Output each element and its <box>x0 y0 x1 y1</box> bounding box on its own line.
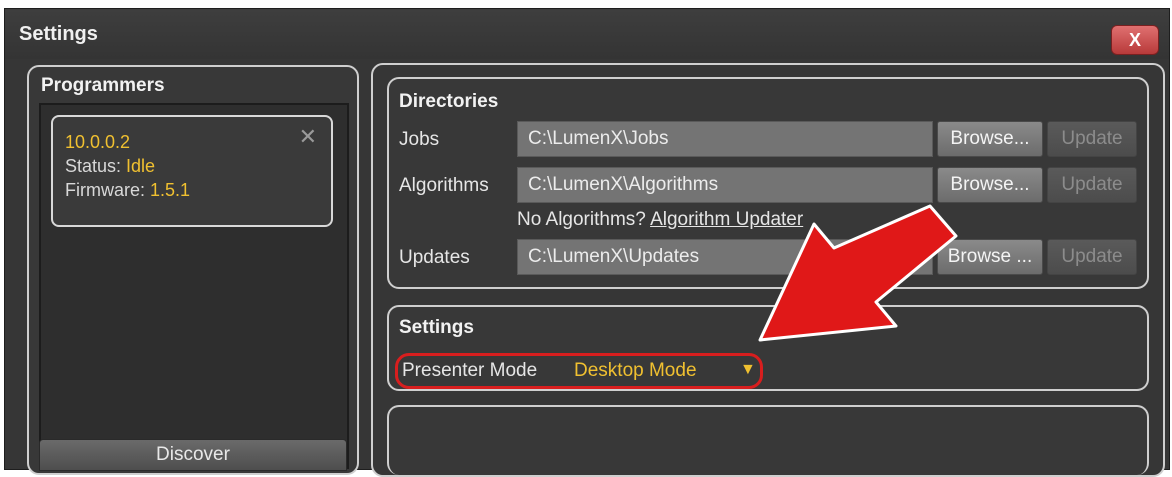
updates-browse-button[interactable]: Browse ... <box>937 239 1043 275</box>
firmware-value: 1.5.1 <box>150 180 191 200</box>
algorithm-updater-link[interactable]: Algorithm Updater <box>650 209 803 230</box>
directories-panel: Directories Jobs C:\LumenX\Jobs Browse..… <box>387 77 1149 289</box>
programmer-ip: 10.0.0.2 <box>65 132 131 152</box>
jobs-browse-button[interactable]: Browse... <box>937 121 1043 157</box>
title-bar: Settings X <box>5 9 1169 59</box>
no-algorithms-label: No Algorithms? <box>517 209 646 230</box>
empty-panel <box>387 405 1149 475</box>
algorithms-path-field[interactable]: C:\LumenX\Algorithms <box>517 167 933 203</box>
firmware-label: Firmware: <box>65 180 145 200</box>
algorithms-update-button[interactable]: Update <box>1047 167 1137 203</box>
remove-programmer-icon[interactable]: ✕ <box>299 125 317 148</box>
status-value: Idle <box>126 156 156 176</box>
discover-button[interactable]: Discover <box>39 439 347 471</box>
programmers-title: Programmers <box>41 75 165 96</box>
close-button[interactable]: X <box>1111 25 1159 55</box>
presenter-mode-dropdown[interactable]: Desktop Mode <box>574 360 697 382</box>
updates-label: Updates <box>399 247 470 268</box>
presenter-mode-highlight: Presenter Mode Desktop Mode ▼ <box>395 353 763 389</box>
updates-update-button[interactable]: Update <box>1047 239 1137 275</box>
updates-path-field[interactable]: C:\LumenX\Updates <box>517 239 933 275</box>
programmer-card[interactable]: 10.0.0.2 ✕ Status: Idle Firmware: 1.5.1 <box>51 115 333 227</box>
settings-window: Settings X Programmers 10.0.0.2 ✕ Status… <box>4 8 1170 477</box>
settings-panel: Settings Presenter Mode Desktop Mode ▼ <box>387 305 1149 391</box>
status-label: Status: <box>65 156 122 176</box>
programmers-panel: Programmers 10.0.0.2 ✕ Status: Idle Firm… <box>27 65 359 475</box>
window-title: Settings <box>19 23 98 45</box>
algorithms-browse-button[interactable]: Browse... <box>937 167 1043 203</box>
jobs-path-field[interactable]: C:\LumenX\Jobs <box>517 121 933 157</box>
jobs-update-button[interactable]: Update <box>1047 121 1137 157</box>
algorithms-label: Algorithms <box>399 175 489 196</box>
chevron-down-icon[interactable]: ▼ <box>740 361 756 379</box>
presenter-mode-label: Presenter Mode <box>402 360 538 381</box>
no-algorithms-text: No Algorithms? Algorithm Updater <box>517 209 803 231</box>
directories-title: Directories <box>399 91 499 112</box>
jobs-label: Jobs <box>399 129 440 150</box>
settings-title: Settings <box>399 317 474 338</box>
programmers-list[interactable]: 10.0.0.2 ✕ Status: Idle Firmware: 1.5.1 <box>39 103 349 469</box>
